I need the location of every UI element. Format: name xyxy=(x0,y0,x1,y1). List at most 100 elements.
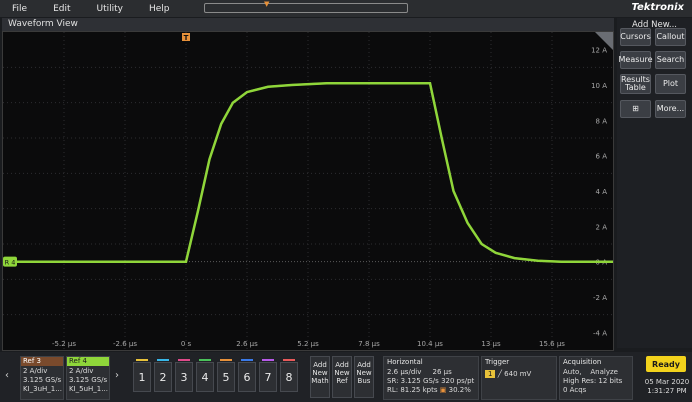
channel-4-label: 4 xyxy=(201,370,209,384)
channel-4-color xyxy=(199,359,211,361)
add-new-bus-button[interactable]: Add New Bus xyxy=(354,356,374,398)
channel-3-color xyxy=(178,359,190,361)
channel-5-button[interactable]: 5 xyxy=(217,359,235,392)
y-tick-label: 2 A xyxy=(596,223,608,231)
ref4-file: KI_5uH_1... xyxy=(69,385,108,393)
x-tick-label: 15.6 µs xyxy=(539,340,565,348)
menu-bar: File Edit Utility Help ▼ Tektronix xyxy=(0,0,692,17)
run-status-button[interactable]: Ready xyxy=(646,356,686,372)
channel-5-label: 5 xyxy=(222,370,230,384)
zoom-icon: ⊞ xyxy=(632,104,639,113)
callout-button[interactable]: Callout xyxy=(655,28,686,46)
trigger-level: 640 mV xyxy=(504,370,532,378)
ref4-rate: 3.125 GS/s xyxy=(69,376,108,384)
acquisition-title: Acquisition xyxy=(563,358,602,366)
menu-help[interactable]: Help xyxy=(137,4,184,14)
channel-2-button[interactable]: 2 xyxy=(154,359,172,392)
settings-bar: ‹ Ref 3 2 A/div 3.125 GS/s KI_3uH_1... R… xyxy=(0,352,692,402)
channel-3-button[interactable]: 3 xyxy=(175,359,193,392)
record-length: RL: 81.25 kpts xyxy=(387,386,438,394)
x-tick-label: -2.6 µs xyxy=(113,340,137,348)
acq-hires: High Res: xyxy=(563,377,597,385)
record-view-indicator[interactable] xyxy=(204,3,408,13)
channel-7-label: 7 xyxy=(264,370,272,384)
results-table-button[interactable]: Results Table xyxy=(620,74,651,94)
x-tick-label: 7.8 µs xyxy=(358,340,380,348)
x-tick-label: 2.6 µs xyxy=(236,340,258,348)
ref3-badge[interactable]: Ref 3 2 A/div 3.125 GS/s KI_3uH_1... xyxy=(20,356,64,400)
y-tick-label: 6 A xyxy=(596,153,608,161)
y-tick-label: -2 A xyxy=(593,294,607,302)
acq-bits: 12 bits xyxy=(598,377,623,385)
search-button[interactable]: Search xyxy=(655,51,686,69)
channel-8-label: 8 xyxy=(285,370,293,384)
menu-edit[interactable]: Edit xyxy=(41,4,84,14)
rising-edge-icon: ╱ xyxy=(497,370,502,378)
acq-mode: Auto, xyxy=(563,368,582,376)
channel-1-label: 1 xyxy=(138,370,146,384)
time-label: 1:31:27 PM xyxy=(647,387,687,395)
trigger-source: 1 xyxy=(485,370,496,378)
channel-7-color xyxy=(262,359,274,361)
channel-6-label: 6 xyxy=(243,370,251,384)
date-time: 05 Mar 2020 1:31:27 PM xyxy=(644,378,690,396)
ref3-rate: 3.125 GS/s xyxy=(23,376,62,384)
add-new-panel: Add New... Cursors Callout Measure Searc… xyxy=(617,18,692,348)
y-tick-label: -4 A xyxy=(593,329,607,337)
horizontal-badge[interactable]: Horizontal 2.6 µs/div 26 µs SR: 3.125 GS… xyxy=(383,356,479,400)
acq-analyze: Analyze xyxy=(590,368,618,376)
plot-button[interactable]: Plot xyxy=(655,74,686,94)
brand-logo: Tektronix xyxy=(631,2,684,13)
channel-2-color xyxy=(157,359,169,361)
y-tick-label: 8 A xyxy=(596,117,608,125)
waveform-plot[interactable]: 12 A 10 A8 A6 A4 A2 A0 A -2 A -4 A -5.2 µs -2… xyxy=(2,31,614,351)
x-tick-label: 10.4 µs xyxy=(417,340,443,348)
channel-6-color xyxy=(241,359,253,361)
trigger-marker-label: T xyxy=(184,34,189,42)
sample-rate: SR: 3.125 GS/s xyxy=(387,377,439,385)
horizontal-title: Horizontal xyxy=(387,358,423,366)
acquisition-badge[interactable]: Acquisition Auto, Analyze High Res: 12 b… xyxy=(559,356,633,400)
x-tick-label: 13 µs xyxy=(481,340,501,348)
channel-1-button[interactable]: 1 xyxy=(133,359,151,392)
waveform-view-title: Waveform View xyxy=(2,18,614,31)
ref3-scale: 2 A/div xyxy=(23,367,48,375)
channel-7-button[interactable]: 7 xyxy=(259,359,277,392)
trigger-badge[interactable]: Trigger 1 ╱ 640 mV xyxy=(481,356,557,400)
y-tick-label: 12 A xyxy=(591,47,607,55)
acq-count: 0 Acqs xyxy=(563,386,587,394)
x-tick-label: 0 s xyxy=(181,340,192,348)
channel-8-button[interactable]: 8 xyxy=(280,359,298,392)
trigger-title: Trigger xyxy=(485,358,510,366)
y-tick-label: 4 A xyxy=(596,188,608,196)
channel-5-color xyxy=(220,359,232,361)
channel-2-label: 2 xyxy=(159,370,167,384)
channel-marker-label: R 4 xyxy=(5,259,16,267)
horizontal-scale: 2.6 µs/div xyxy=(387,368,422,376)
waveform-svg: 12 A10 A8 A6 A4 A2 A0 A-2 A-4 A-5.2 µs -2… xyxy=(3,32,613,350)
ref4-badge[interactable]: Ref 4 2 A/div 3.125 GS/s KI_5uH_1... xyxy=(66,356,110,400)
menu-utility[interactable]: Utility xyxy=(85,4,137,14)
x-tick-label: -5.2 µs xyxy=(52,340,76,348)
horizontal-position: 30.2% xyxy=(448,386,471,394)
ref3-file: KI_3uH_1... xyxy=(23,385,62,393)
add-new-math-button[interactable]: Add New Math xyxy=(310,356,330,398)
menu-file[interactable]: File xyxy=(0,4,41,14)
cursors-button[interactable]: Cursors xyxy=(620,28,651,46)
channel-8-color xyxy=(283,359,295,361)
channel-1-color xyxy=(136,359,148,361)
ref3-title: Ref 3 xyxy=(21,357,63,366)
more-button[interactable]: More... xyxy=(655,100,686,118)
channel-6-button[interactable]: 6 xyxy=(238,359,256,392)
measure-button[interactable]: Measure xyxy=(619,51,653,69)
scroll-left-icon[interactable]: ‹ xyxy=(5,370,9,381)
ref4-scale: 2 A/div xyxy=(69,367,94,375)
trigger-position-marker: ▼ xyxy=(264,0,270,8)
channel-4-button[interactable]: 4 xyxy=(196,359,214,392)
ref4-title: Ref 4 xyxy=(67,357,109,366)
scroll-right-icon[interactable]: › xyxy=(115,370,119,381)
zoom-button[interactable]: ⊞ xyxy=(620,100,651,118)
horizontal-duration: 26 µs xyxy=(432,368,452,376)
add-new-ref-button[interactable]: Add New Ref xyxy=(332,356,352,398)
sample-interval: 320 ps/pt xyxy=(441,377,475,385)
